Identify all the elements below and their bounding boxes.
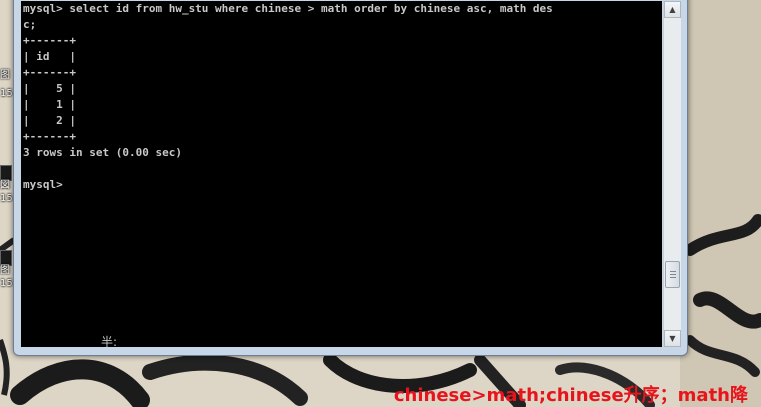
result-table-header: | id | <box>23 50 76 63</box>
result-table-row: | 2 | <box>23 114 76 127</box>
desktop-icon-label: 15 <box>0 278 13 289</box>
scroll-thumb[interactable] <box>665 261 680 288</box>
console-window[interactable]: mysql> select id from hw_stu where chine… <box>13 0 688 356</box>
thumb-grip <box>670 274 676 275</box>
vertical-scrollbar[interactable]: ▲ ▼ <box>663 1 681 347</box>
result-table-row: | 5 | <box>23 82 76 95</box>
result-table-border: +------+ <box>23 130 76 143</box>
scroll-up-button[interactable]: ▲ <box>664 1 681 18</box>
desktop-icon-label: 図 <box>0 180 10 191</box>
result-table-row: | 1 | <box>23 98 76 111</box>
annotation-caption: chinese>math;chinese升序；math降 <box>393 385 748 406</box>
console-line: c; <box>23 18 37 31</box>
desktop-icon[interactable]: 図 15 <box>0 165 14 204</box>
desktop-icon-label: 15 <box>0 193 13 204</box>
arrow-down-icon: ▼ <box>669 334 676 343</box>
result-table-border: +------+ <box>23 66 76 79</box>
console-output[interactable]: mysql> select id from hw_stu where chine… <box>21 1 662 347</box>
desktop-file-icon <box>0 250 12 266</box>
console-line: mysql> select id from hw_stu where chine… <box>23 2 553 15</box>
ime-status: 半: <box>101 335 118 347</box>
thumb-grip <box>670 271 676 272</box>
arrow-up-icon: ▲ <box>669 5 676 14</box>
scroll-down-button[interactable]: ▼ <box>664 330 681 347</box>
result-table-border: +------+ <box>23 34 76 47</box>
desktop-icon[interactable]: 图 15 <box>0 70 14 104</box>
console-text: mysql> select id from hw_stu where chine… <box>21 1 662 193</box>
desktop-icon-label: 15 <box>0 88 13 99</box>
result-summary: 3 rows in set (0.00 sec) <box>23 146 182 159</box>
thumb-grip <box>670 277 676 278</box>
desktop-icon[interactable]: 图 15 <box>0 250 14 289</box>
desktop-file-icon <box>0 165 12 181</box>
desktop-icon-label: 图 <box>0 265 10 276</box>
desktop-icon-label: 图 <box>0 70 10 81</box>
mysql-prompt: mysql> <box>23 178 63 191</box>
